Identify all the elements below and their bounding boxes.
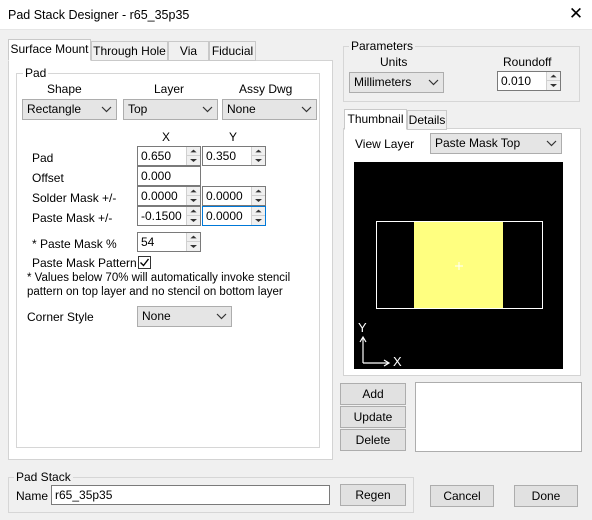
done-button[interactable]: Done [514,485,578,507]
checkmark-icon [140,258,150,267]
add-button[interactable]: Add [340,383,406,405]
cancel-button[interactable]: Cancel [430,485,494,507]
title-bar: Pad Stack Designer - r65_35p35 ✕ [0,0,592,30]
paste-mask-y-stepper[interactable]: 0.0000 [202,206,266,226]
paste-mask-x-stepper[interactable]: -0.1500 [137,206,201,226]
chevron-down-icon [101,106,112,113]
solder-mask-x-stepper[interactable]: 0.0000 [137,186,201,206]
pad-stack-list[interactable] [415,382,582,452]
corner-style-label: Corner Style [27,310,94,324]
chevron-down-icon [428,79,439,86]
paste-mask-percent-value: 54 [141,235,155,249]
assy-dwg-label: Assy Dwg [239,82,293,96]
spin-up-icon[interactable] [187,147,200,156]
chevron-down-icon [216,313,227,320]
paste-mask-x-value: -0.1500 [141,209,182,223]
pad-x-stepper[interactable]: 0.650 [137,146,201,166]
paste-mask-pattern-label: Paste Mask Pattern [32,256,137,270]
view-layer-value: Paste Mask Top [435,136,521,150]
spin-down-icon[interactable] [547,81,560,90]
units-value: Millimeters [354,75,412,89]
window-title: Pad Stack Designer - r65_35p35 [8,8,190,22]
offset-x-field[interactable]: 0.000 [137,166,201,186]
x-column-header: X [162,130,171,144]
spin-up-icon[interactable] [252,207,265,216]
stencil-note-line-2: pattern on top layer and no stencil on b… [27,286,283,298]
tab-via[interactable]: Via [168,41,209,61]
name-label: Name [16,489,49,503]
update-button[interactable]: Update [340,406,406,428]
roundoff-stepper[interactable]: 0.010 [497,71,561,91]
close-icon[interactable]: ✕ [566,4,586,24]
spin-up-icon[interactable] [252,147,265,156]
regen-button[interactable]: Regen [340,484,406,506]
chevron-down-icon [546,140,557,147]
spin-up-icon[interactable] [187,233,200,242]
tab-thumbnail[interactable]: Thumbnail [344,109,407,130]
solder-mask-y-stepper[interactable]: 0.0000 [202,186,266,206]
corner-style-dropdown[interactable]: None [137,306,232,327]
spin-up-icon[interactable] [252,187,265,196]
pad-stack-name-field[interactable]: r65_35p35 [51,485,330,505]
chevron-down-icon [301,106,312,113]
pad-stack-group-title: Pad Stack [14,470,73,484]
shape-dropdown[interactable]: Rectangle [22,99,117,120]
roundoff-label: Roundoff [503,55,552,69]
roundoff-value: 0.010 [501,74,532,88]
corner-style-value: None [142,309,171,323]
paste-mask-y-value: 0.0000 [206,209,243,223]
spin-up-icon[interactable] [187,207,200,216]
tab-fiducial[interactable]: Fiducial [209,41,256,61]
units-label: Units [380,55,408,69]
layer-value: Top [128,102,148,116]
shape-label: Shape [47,82,82,96]
axis-x-label: X [393,354,402,369]
solder-mask-y-value: 0.0000 [206,189,243,203]
chevron-down-icon [202,106,213,113]
pad-x-value: 0.650 [141,149,172,163]
spin-down-icon[interactable] [187,196,200,205]
tab-surface-mount[interactable]: Surface Mount [8,39,91,61]
paste-mask-percent-stepper[interactable]: 54 [137,232,201,252]
spin-down-icon[interactable] [252,216,265,225]
pad-group-title: Pad [23,66,49,80]
paste-mask-pattern-checkbox[interactable] [138,256,151,269]
spin-up-icon[interactable] [547,72,560,81]
solder-mask-label: Solder Mask +/- [32,191,117,205]
spin-down-icon[interactable] [187,216,200,225]
spin-up-icon[interactable] [187,187,200,196]
pad-size-label: Pad [32,151,54,165]
assy-dwg-value: None [227,102,256,116]
y-column-header: Y [229,130,238,144]
view-layer-label: View Layer [355,137,415,151]
delete-button[interactable]: Delete [340,429,406,451]
view-layer-dropdown[interactable]: Paste Mask Top [430,133,562,154]
offset-label: Offset [32,171,64,185]
spin-down-icon[interactable] [187,156,200,165]
spin-down-icon[interactable] [252,156,265,165]
paste-mask-percent-label: * Paste Mask % [32,237,117,251]
axis-y-label: Y [358,320,367,335]
stencil-note-line-1: * Values below 70% will automatically in… [27,272,291,284]
pad-y-value: 0.350 [206,149,237,163]
pad-thumbnail-canvas: Y X [354,162,563,369]
units-dropdown[interactable]: Millimeters [349,72,444,93]
paste-mask-label: Paste Mask +/- [32,211,113,225]
tab-details[interactable]: Details [407,110,447,130]
spin-down-icon[interactable] [187,242,200,251]
solder-mask-x-value: 0.0000 [141,189,178,203]
layer-dropdown[interactable]: Top [123,99,218,120]
shape-value: Rectangle [27,102,82,116]
tab-through-hole[interactable]: Through Hole [91,41,168,61]
spin-down-icon[interactable] [252,196,265,205]
pad-y-stepper[interactable]: 0.350 [202,146,266,166]
parameters-group-title: Parameters [349,39,416,53]
layer-label: Layer [154,82,185,96]
assy-dwg-dropdown[interactable]: None [222,99,317,120]
